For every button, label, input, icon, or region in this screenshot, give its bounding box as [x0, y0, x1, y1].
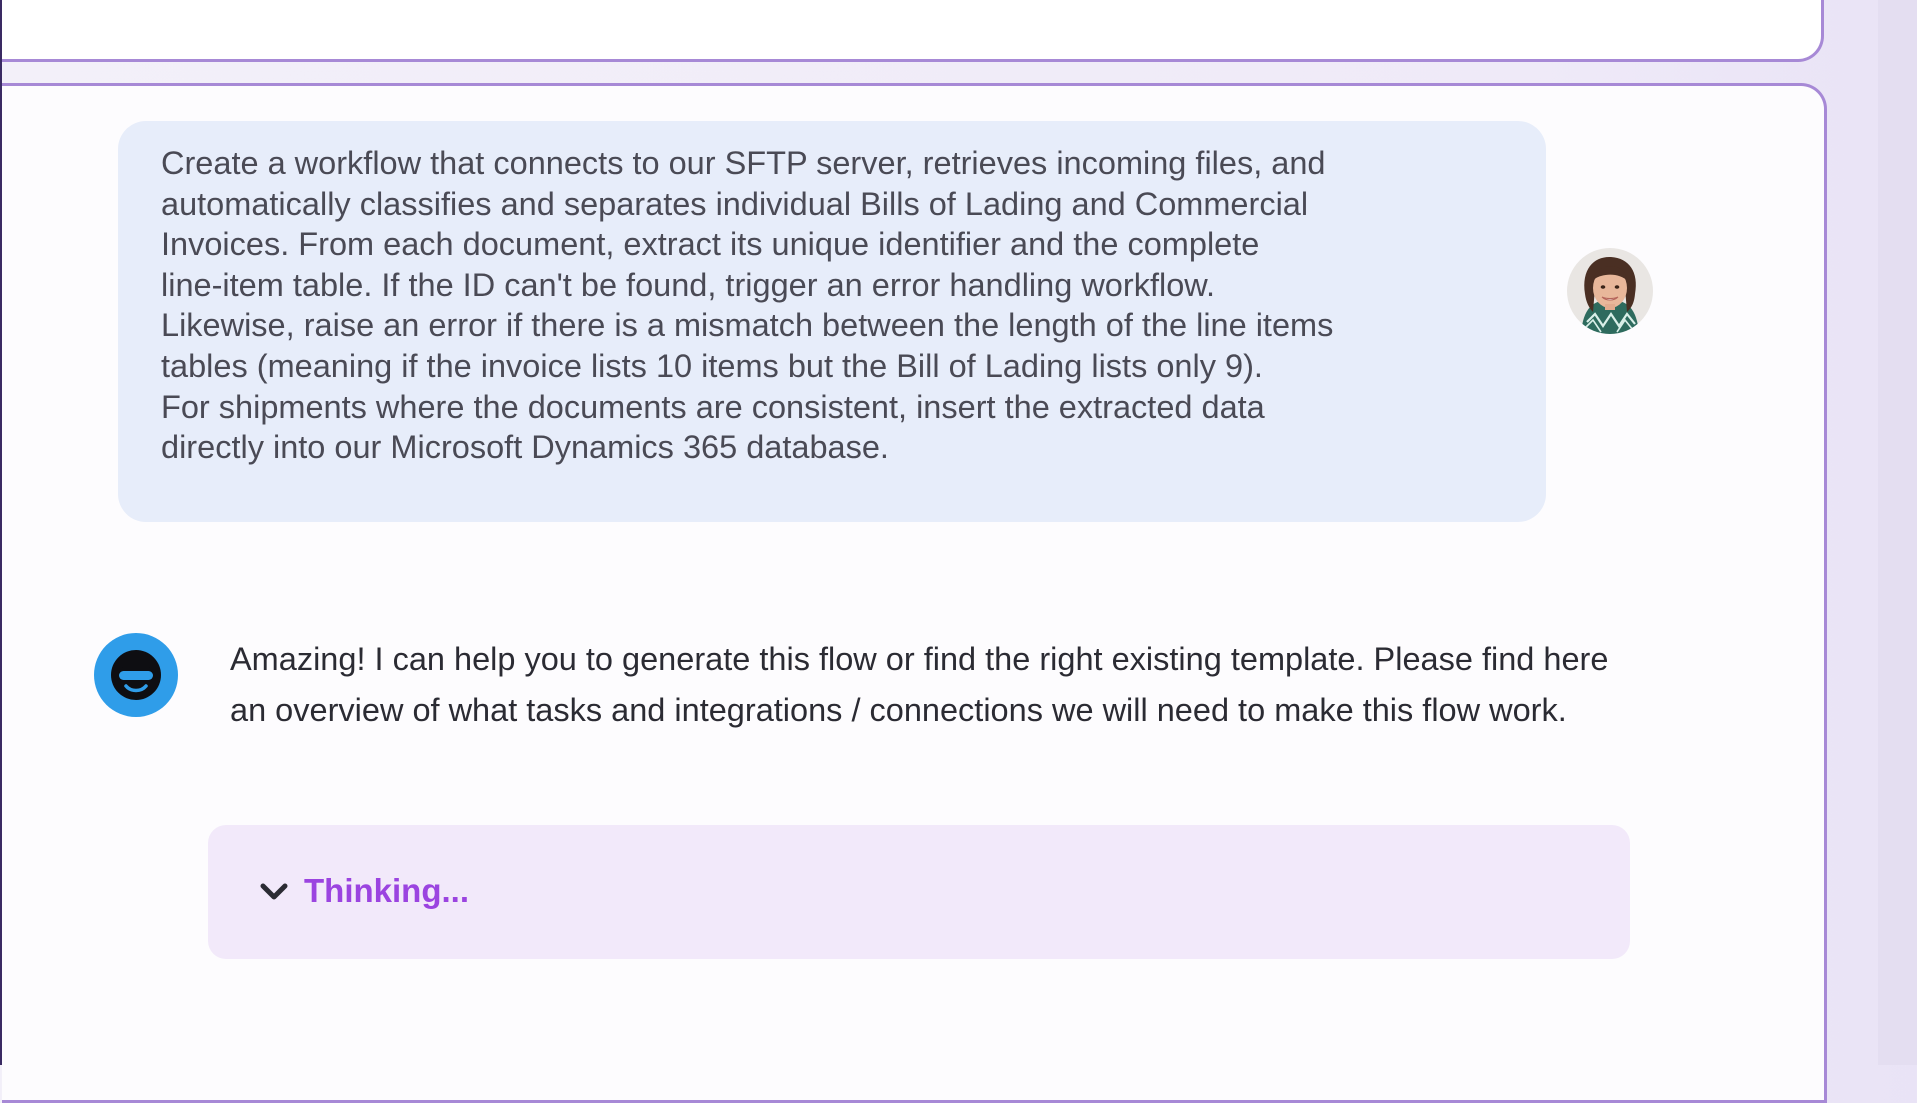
user-message-bubble: Create a workflow that connects to our S… [118, 121, 1546, 522]
chevron-down-icon [260, 883, 288, 900]
thinking-label: Thinking... [304, 872, 469, 909]
assistant-message-text: Amazing! I can help you to generate this… [230, 641, 1609, 728]
right-gutter [1878, 0, 1917, 1065]
user-avatar [1567, 248, 1653, 334]
user-message-text: Create a workflow that connects to our S… [161, 145, 1334, 466]
assistant-avatar [94, 633, 178, 717]
user-avatar-photo-icon [1567, 248, 1653, 334]
thinking-toggle[interactable]: Thinking... [208, 825, 1630, 959]
previous-panel [2, 0, 1824, 62]
assistant-smiley-icon [111, 650, 161, 700]
